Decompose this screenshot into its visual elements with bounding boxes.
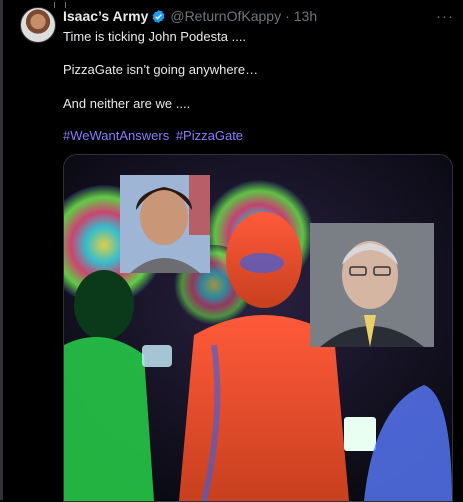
tweet-timestamp[interactable]: 13h — [294, 8, 317, 24]
author-handle[interactable]: @ReturnOfKappy — [170, 8, 281, 24]
author-avatar[interactable] — [20, 7, 56, 43]
hashtag-row: #WeWantAnswers #PizzaGate — [63, 128, 246, 143]
tweet-media-image[interactable] — [63, 154, 453, 502]
hashtag-link[interactable]: #WeWantAnswers — [63, 128, 169, 143]
separator-dot: · — [285, 8, 290, 24]
author-name[interactable]: Isaac’s Army — [63, 8, 148, 24]
tweet-text-line-2: PizzaGate isn’t going anywhere… — [63, 62, 259, 77]
tweet-header: Isaac’s Army @ReturnOfKappy · 13h — [63, 8, 317, 24]
more-options-icon[interactable]: ··· — [436, 8, 454, 25]
panel-border — [0, 0, 3, 500]
verified-badge-icon — [152, 9, 165, 23]
tweet-text-line-1: Time is ticking John Podesta .... — [63, 29, 247, 44]
repost-banner[interactable] — [54, 0, 70, 8]
tweet-text-line-3: And neither are we .... — [63, 96, 191, 111]
hashtag-link[interactable]: #PizzaGate — [176, 128, 243, 143]
